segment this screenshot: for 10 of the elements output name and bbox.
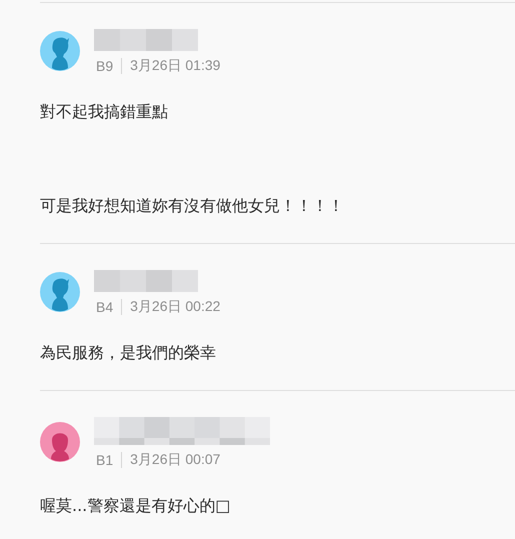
floor-number: B1 [96,452,122,468]
floor-number: B9 [96,58,122,74]
comment-text: 對不起我搞錯重點 [40,101,169,123]
comment-text: 可是我好想知道妳有沒有做他女兒！！！！ [40,195,345,217]
comment-text: 喔莫...警察還是有好心的□ [40,495,232,517]
post-time: 3月26日 01:39 [129,57,220,75]
post-time: 3月26日 00:07 [129,451,220,469]
floor-number: B4 [96,299,122,315]
comment-text: 為民服務，是我們的榮幸 [40,342,217,364]
post-time: 3月26日 00:22 [129,298,220,316]
